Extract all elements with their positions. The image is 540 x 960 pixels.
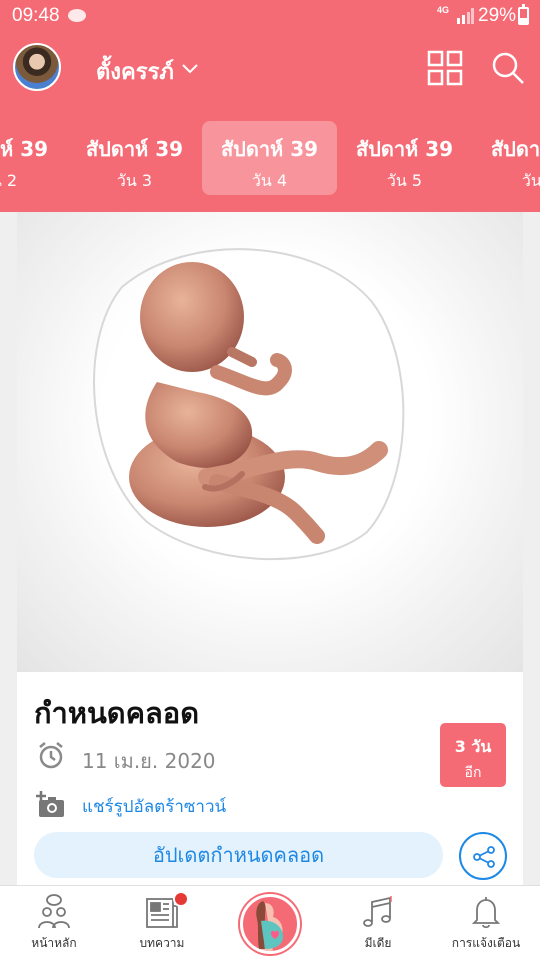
app-bar: ตั้งครรภ์ bbox=[0, 32, 540, 112]
days-remaining-suffix: อีก bbox=[464, 765, 482, 781]
tab-week39-day6[interactable]: สัปดาห์ 39 วัน 6 bbox=[472, 121, 540, 195]
tab-week39-day5[interactable]: สัปดาห์ 39 วัน 5 bbox=[337, 121, 472, 195]
pregnant-woman-icon bbox=[256, 901, 283, 951]
tab-week39-day4[interactable]: สัปดาห์ 39 วัน 4 bbox=[202, 121, 337, 195]
signal-icon bbox=[457, 8, 474, 24]
tab-week-label: สัปดาห์ 39 bbox=[490, 137, 540, 161]
days-remaining-badge: 3 วัน อีก bbox=[440, 723, 506, 787]
nav-articles[interactable]: บทความ bbox=[108, 886, 216, 960]
alarm-clock-icon bbox=[39, 742, 63, 769]
share-icon bbox=[473, 846, 495, 868]
battery-percent: 29% bbox=[478, 5, 517, 26]
nav-media-label: มีเดีย bbox=[364, 936, 392, 950]
days-remaining-count: 3 วัน bbox=[454, 737, 492, 756]
due-date-title: กำหนดคลอด bbox=[34, 696, 200, 730]
fetus-illustration bbox=[17, 212, 523, 672]
week-day-tabs[interactable]: สัปดาห์ 39 วัน 2 สัปดาห์ 39 วัน 3 สัปดาห… bbox=[0, 112, 540, 212]
tab-week-label: สัปดาห์ 39 bbox=[0, 137, 49, 161]
share-ultrasound-link[interactable]: แชร์รูปอัลตร้าซาวน์ bbox=[82, 793, 226, 820]
tab-week-label: สัปดาห์ 39 bbox=[85, 137, 184, 161]
nav-notifications[interactable]: การแจ้งเตือน bbox=[432, 886, 540, 960]
battery-icon bbox=[518, 4, 529, 25]
tab-week39-day3[interactable]: สัปดาห์ 39 วัน 3 bbox=[67, 121, 202, 195]
status-time: 09:48 bbox=[12, 5, 60, 26]
grid-menu-icon[interactable] bbox=[427, 50, 463, 86]
fetus-image bbox=[93, 248, 405, 561]
tab-week-label: สัปดาห์ 39 bbox=[355, 137, 454, 161]
update-due-date-button[interactable]: อัปเดตกำหนดคลอด bbox=[34, 832, 443, 878]
add-photo-camera-icon[interactable] bbox=[34, 789, 66, 819]
nav-articles-label: บทความ bbox=[139, 936, 185, 950]
nav-media[interactable]: มีเดีย bbox=[324, 886, 432, 960]
nav-notifications-label: การแจ้งเตือน bbox=[451, 936, 521, 950]
tab-day-label: วัน 6 bbox=[521, 171, 540, 190]
share-button[interactable] bbox=[459, 832, 507, 880]
nav-pregnancy-center[interactable] bbox=[240, 894, 300, 954]
network-label: 4G bbox=[437, 5, 450, 15]
music-note-icon bbox=[363, 896, 392, 927]
bell-icon bbox=[471, 897, 501, 929]
nav-home-label: หน้าหลัก bbox=[31, 936, 77, 950]
tab-day-label: วัน 4 bbox=[251, 171, 288, 190]
tab-day-label: วัน 2 bbox=[0, 171, 18, 190]
notification-icon bbox=[68, 9, 86, 22]
nav-home[interactable]: หน้าหลัก bbox=[0, 886, 108, 960]
tab-day-label: วัน 5 bbox=[386, 171, 423, 190]
tab-day-label: วัน 3 bbox=[116, 171, 153, 190]
page-title[interactable]: ตั้งครรภ์ bbox=[96, 54, 174, 89]
tab-week-label: สัปดาห์ 39 bbox=[220, 137, 319, 161]
tab-week39-day2[interactable]: สัปดาห์ 39 วัน 2 bbox=[0, 121, 67, 195]
due-date-card: กำหนดคลอด 11 เม.ย. 2020 3 วัน อีก แชร์รู… bbox=[17, 212, 523, 885]
content-scroll[interactable]: กำหนดคลอด 11 เม.ย. 2020 3 วัน อีก แชร์รู… bbox=[0, 212, 540, 885]
due-date-value: 11 เม.ย. 2020 bbox=[82, 749, 216, 773]
notification-badge bbox=[173, 891, 189, 907]
avatar[interactable] bbox=[13, 43, 61, 91]
community-icon bbox=[38, 894, 70, 929]
status-bar: 09:48 4G 29% bbox=[0, 0, 540, 32]
bottom-navigation: หน้าหลัก บทความ มีเดีย การแจ้งเตือน bbox=[0, 885, 540, 960]
search-icon[interactable] bbox=[490, 50, 526, 86]
chevron-down-icon[interactable] bbox=[180, 58, 200, 78]
